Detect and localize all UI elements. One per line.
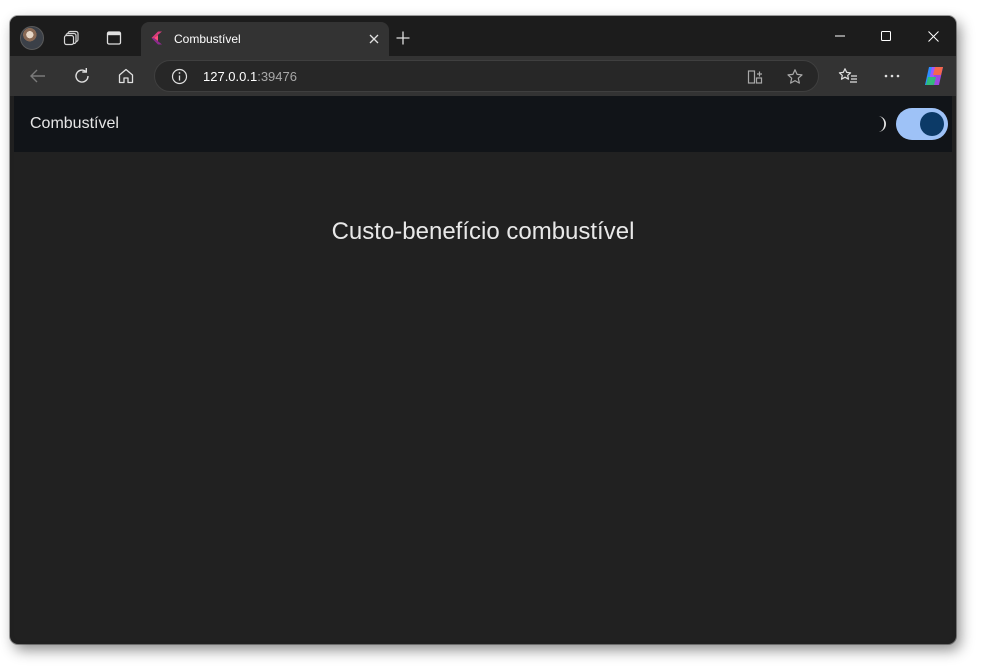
- back-button[interactable]: [24, 62, 52, 90]
- tab-actions-icon: [106, 31, 122, 45]
- favorites-button[interactable]: [834, 62, 862, 90]
- maximize-icon: [881, 31, 891, 41]
- more-menu-button[interactable]: [878, 62, 906, 90]
- tab-title: Combustível: [174, 32, 241, 46]
- reload-button[interactable]: [68, 62, 96, 90]
- tab-close-button[interactable]: [365, 30, 383, 48]
- app-bar-title: Combustível: [30, 115, 119, 132]
- tab-actions-button[interactable]: [100, 24, 128, 52]
- workspaces-icon: [63, 30, 79, 46]
- more-dots-icon: [884, 74, 900, 78]
- star-icon: [787, 69, 803, 84]
- home-icon: [118, 68, 134, 84]
- window-close-button[interactable]: [910, 22, 956, 50]
- maximize-button[interactable]: [863, 22, 909, 50]
- copilot-icon: [925, 67, 943, 85]
- browser-window: Combustível 127.0.0.1:39476 Combustível …: [10, 16, 956, 644]
- split-screen-button[interactable]: [745, 67, 765, 87]
- profile-avatar[interactable]: [20, 26, 44, 50]
- page-viewport: Combustível Custo-benefício combustível: [14, 96, 952, 641]
- workspaces-button[interactable]: [58, 24, 86, 52]
- close-icon: [927, 30, 939, 42]
- close-icon: [369, 34, 379, 44]
- url-port: :39476: [257, 69, 297, 84]
- tab-active[interactable]: Combustível: [141, 22, 389, 56]
- switch-thumb: [920, 112, 944, 136]
- plus-icon: [396, 31, 410, 45]
- copilot-button[interactable]: [920, 62, 948, 90]
- home-button[interactable]: [112, 62, 140, 90]
- new-tab-button[interactable]: [390, 25, 416, 51]
- back-arrow-icon: [30, 69, 45, 83]
- app-bar: Combustível: [14, 96, 952, 152]
- minimize-icon: [835, 35, 845, 37]
- moon-icon: [878, 116, 886, 132]
- address-bar[interactable]: 127.0.0.1:39476: [154, 60, 819, 92]
- browser-toolbar: 127.0.0.1:39476: [10, 56, 956, 96]
- url-host: 127.0.0.1: [203, 69, 258, 84]
- dark-mode-switch[interactable]: [896, 108, 948, 140]
- favorites-list-icon: [838, 68, 857, 83]
- url-text: 127.0.0.1:39476: [203, 69, 297, 85]
- minimize-button[interactable]: [817, 22, 863, 50]
- tab-strip: Combustível: [10, 16, 956, 56]
- split-screen-icon: [747, 70, 763, 84]
- favorite-button[interactable]: [785, 67, 805, 87]
- reload-icon: [75, 68, 89, 83]
- site-info-icon[interactable]: [171, 68, 188, 85]
- page-heading: Custo-benefício combustível: [331, 218, 635, 245]
- flutter-logo-icon: [151, 31, 162, 45]
